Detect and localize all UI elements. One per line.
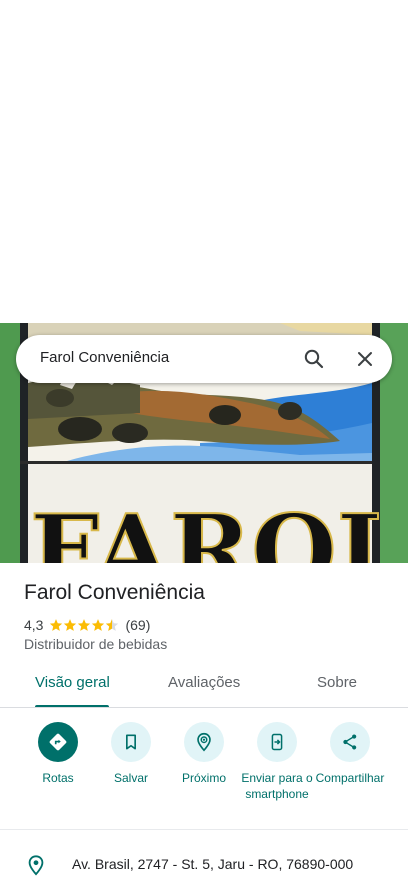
place-name: Farol Conveniência [24,581,205,604]
search-input[interactable]: Farol Conveniência [40,349,169,366]
divider [0,829,408,830]
location-pin-icon [25,853,47,877]
send-to-phone-icon [257,722,297,762]
sign-text: FAROL [30,494,406,563]
divider [0,707,408,708]
search-icon[interactable] [302,347,326,371]
star-icon [64,619,77,631]
share-icon [330,722,370,762]
star-half-icon [106,619,119,631]
place-tabs: Visão geral Avaliações Sobre [0,664,408,708]
search-bar[interactable]: Farol Conveniência [16,335,392,383]
tab-overview[interactable]: Visão geral [35,674,110,691]
save-label: Salvar [113,771,148,785]
rating-stars [49,618,119,632]
bookmark-icon [111,722,151,762]
tab-reviews[interactable]: Avaliações [168,674,240,691]
star-icon [78,619,91,631]
star-icon [50,619,63,631]
tab-about[interactable]: Sobre [317,674,357,691]
star-icon [92,619,105,631]
close-icon[interactable] [353,347,377,371]
rating-row[interactable]: 4,3 (69) [24,616,150,634]
nearby-button[interactable]: Próximo [164,722,244,786]
rating-value: 4,3 [24,617,44,633]
directions-button[interactable]: Rotas [18,722,98,786]
send-to-phone-label: Enviar para o smartphone [241,771,313,801]
map-blank-area [0,0,408,323]
place-category: Distribuidor de bebidas [24,636,168,652]
directions-label: Rotas [42,771,74,785]
nearby-icon [184,722,224,762]
save-button[interactable]: Salvar [91,722,171,786]
share-label: Compartilhar [315,771,385,785]
directions-icon [38,722,78,762]
nearby-label: Próximo [181,771,226,785]
review-count[interactable]: (69) [125,617,150,633]
share-button[interactable]: Compartilhar [310,722,390,786]
address-text[interactable]: Av. Brasil, 2747 - St. 5, Jaru - RO, 768… [72,856,353,872]
send-to-phone-button[interactable]: Enviar para o smartphone [237,722,317,802]
